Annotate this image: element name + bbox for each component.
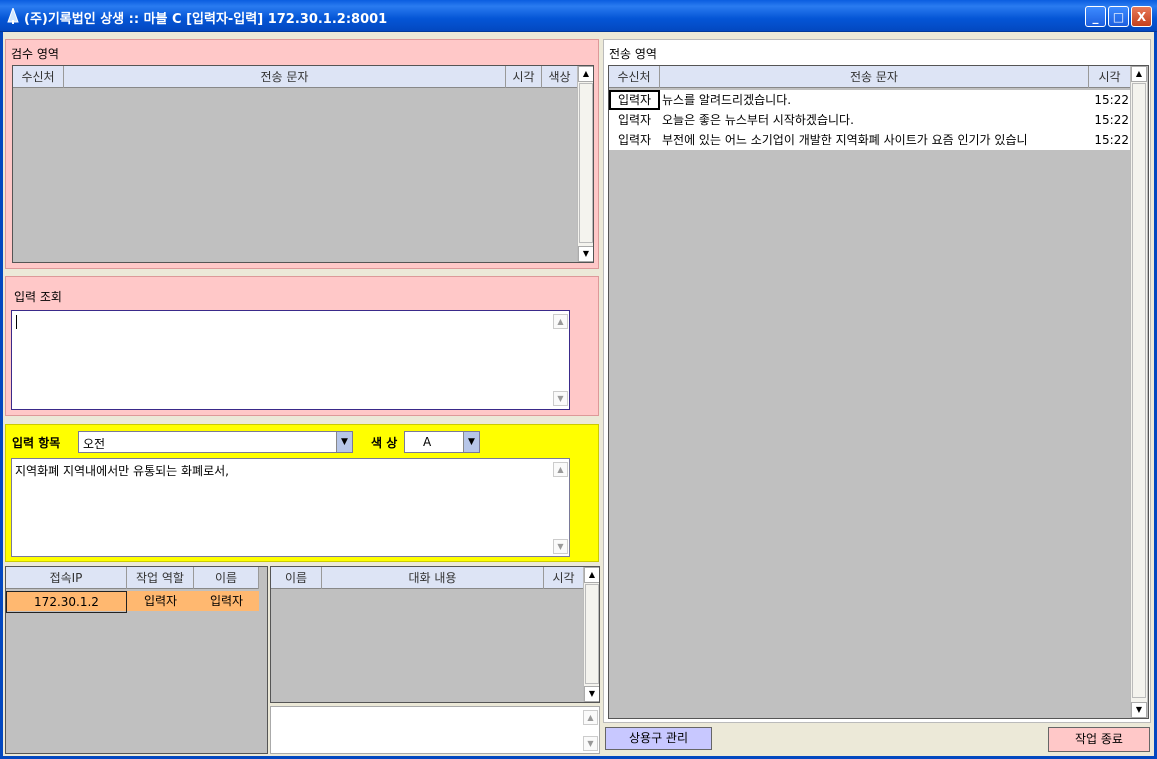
scroll-up-icon[interactable]: ▲ <box>553 314 568 329</box>
input-item-label: 입력 항목 <box>12 436 61 450</box>
window-title: (주)기록법인 상생 :: 마블 C [입력자-입력] 172.30.1.2:8… <box>24 12 388 27</box>
scroll-up-icon[interactable]: ▲ <box>583 710 598 725</box>
color-select[interactable]: A ▼ <box>404 431 480 453</box>
send-area-title: 전송 영역 <box>609 47 657 61</box>
scroll-down-icon[interactable]: ▼ <box>553 539 568 554</box>
review-area: 검수 영역 수신처 전송 문자 시각 색상 ▲ ▼ <box>5 39 599 269</box>
row-time: 15:22 <box>1094 93 1129 107</box>
col-send-recipient[interactable]: 수신처 <box>609 66 660 88</box>
chat-input[interactable]: ▲ ▼ <box>270 706 600 754</box>
scroll-down-icon[interactable]: ▼ <box>578 246 593 262</box>
connection-grid-header: 접속IP 작업 역할 이름 <box>6 567 259 589</box>
row-role: 입력자 <box>143 594 178 608</box>
title-bar: (주)기록법인 상생 :: 마블 C [입력자-입력] 172.30.1.2:8… <box>0 0 1157 32</box>
scroll-up-icon[interactable]: ▲ <box>578 66 593 82</box>
col-send-time[interactable]: 시각 <box>1089 66 1130 88</box>
app-icon <box>7 8 19 24</box>
row-ip: 172.30.1.2 <box>6 591 127 613</box>
row-time: 15:22 <box>1094 113 1129 127</box>
table-row[interactable]: 입력자 오늘은 좋은 뉴스부터 시작하겠습니다. 15:22 <box>609 110 1130 130</box>
row-message: 뉴스를 알려드리겠습니다. <box>662 93 792 107</box>
col-message[interactable]: 전송 문자 <box>64 66 506 88</box>
col-role[interactable]: 작업 역할 <box>127 567 194 589</box>
col-chat-name[interactable]: 이름 <box>271 567 322 589</box>
col-name[interactable]: 이름 <box>194 567 259 589</box>
scroll-down-icon[interactable]: ▼ <box>584 686 599 702</box>
col-chat-time[interactable]: 시각 <box>544 567 583 589</box>
send-scrollbar[interactable]: ▲ ▼ <box>1130 66 1147 718</box>
send-grid-header: 수신처 전송 문자 시각 <box>609 66 1130 88</box>
scroll-thumb[interactable] <box>1132 83 1146 698</box>
row-time: 15:22 <box>1094 133 1129 147</box>
col-chat-content[interactable]: 대화 내용 <box>322 567 544 589</box>
input-item-area: 입력 항목 오전 ▼ 색 상 A ▼ 지역화폐 지역내에서만 유통되는 화폐로서… <box>5 424 599 562</box>
review-grid-header: 수신처 전송 문자 시각 색상 <box>13 66 577 88</box>
row-recipient: 입력자 <box>617 113 652 127</box>
input-item-selected: 오전 <box>83 437 106 451</box>
close-button[interactable]: X <box>1131 6 1152 27</box>
input-item-select[interactable]: 오전 ▼ <box>78 431 353 453</box>
table-row[interactable]: 입력자 부전에 있는 어느 소기업이 개발한 지역화폐 사이트가 요즘 인기가 … <box>609 130 1130 150</box>
end-work-button[interactable]: 작업 종료 <box>1048 727 1150 752</box>
scroll-down-icon[interactable]: ▼ <box>553 391 568 406</box>
table-row[interactable]: 172.30.1.2 입력자 입력자 <box>6 591 259 613</box>
send-area: 전송 영역 수신처 전송 문자 시각 입력자 뉴스를 알려드리겠습니다. 15:… <box>603 39 1151 723</box>
scroll-thumb[interactable] <box>585 584 599 684</box>
send-grid: 수신처 전송 문자 시각 입력자 뉴스를 알려드리겠습니다. 15:22 입력자… <box>608 65 1149 719</box>
table-row[interactable]: 입력자 뉴스를 알려드리겠습니다. 15:22 <box>609 90 1130 110</box>
input-view-title: 입력 조회 <box>14 290 62 304</box>
color-label: 색 상 <box>371 436 398 450</box>
row-recipient: 입력자 <box>609 90 660 110</box>
review-area-title: 검수 영역 <box>11 47 59 61</box>
chevron-down-icon[interactable]: ▼ <box>463 432 479 452</box>
scroll-down-icon[interactable]: ▼ <box>583 736 598 751</box>
maximize-button[interactable]: □ <box>1108 6 1129 27</box>
scroll-up-icon[interactable]: ▲ <box>1131 66 1147 82</box>
connection-grid: 접속IP 작업 역할 이름 172.30.1.2 입력자 입력자 <box>5 566 268 754</box>
chat-grid: 이름 대화 내용 시각 ▲ ▼ <box>270 566 600 703</box>
text-cursor <box>16 315 17 329</box>
review-grid: 수신처 전송 문자 시각 색상 ▲ ▼ <box>12 65 594 263</box>
row-message: 부전에 있는 어느 소기업이 개발한 지역화폐 사이트가 요즘 인기가 있습니 <box>662 133 1028 147</box>
minimize-button[interactable]: _ <box>1085 6 1106 27</box>
chat-scrollbar[interactable]: ▲ ▼ <box>583 567 599 702</box>
input-item-text: 지역화폐 지역내에서만 유통되는 화폐로서, <box>15 464 229 478</box>
phrase-manage-button[interactable]: 상용구 관리 <box>605 727 712 750</box>
col-color[interactable]: 색상 <box>542 66 577 88</box>
scroll-up-icon[interactable]: ▲ <box>553 462 568 477</box>
chat-grid-header: 이름 대화 내용 시각 <box>271 567 583 589</box>
chevron-down-icon[interactable]: ▼ <box>336 432 352 452</box>
review-scrollbar[interactable]: ▲ ▼ <box>577 66 593 262</box>
row-recipient: 입력자 <box>617 133 652 147</box>
row-message: 오늘은 좋은 뉴스부터 시작하겠습니다. <box>662 113 854 127</box>
scroll-up-icon[interactable]: ▲ <box>584 567 599 583</box>
scroll-down-icon[interactable]: ▼ <box>1131 702 1147 718</box>
scroll-thumb[interactable] <box>579 83 593 243</box>
col-ip[interactable]: 접속IP <box>6 567 127 589</box>
row-name: 입력자 <box>209 594 244 608</box>
input-view-textbox[interactable]: ▲ ▼ <box>11 310 570 410</box>
col-send-message[interactable]: 전송 문자 <box>660 66 1089 88</box>
col-recipient[interactable]: 수신처 <box>13 66 64 88</box>
color-selected: A <box>423 435 432 449</box>
col-time[interactable]: 시각 <box>506 66 542 88</box>
input-item-textbox[interactable]: 지역화폐 지역내에서만 유통되는 화폐로서, ▲ ▼ <box>11 458 570 557</box>
input-view-area: 입력 조회 ▲ ▼ <box>5 276 599 416</box>
